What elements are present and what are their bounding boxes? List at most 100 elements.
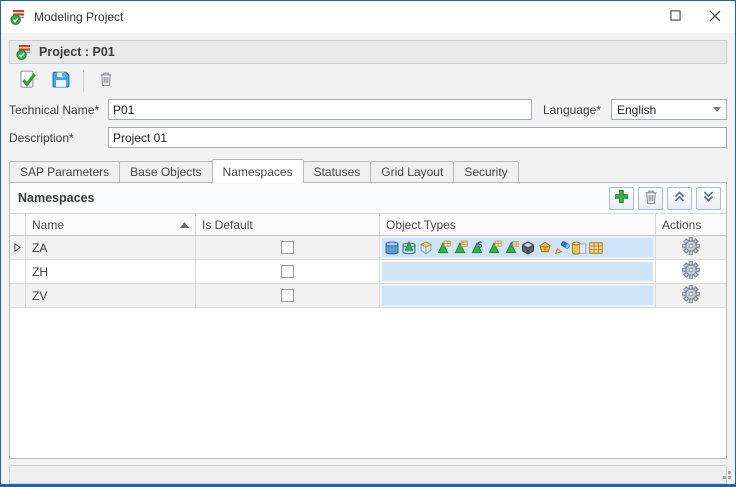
plus-icon <box>614 189 629 207</box>
is-default-cell <box>196 284 380 307</box>
row-actions-button[interactable] <box>682 261 700 282</box>
add-button[interactable] <box>609 187 634 210</box>
modeling-project-icon <box>10 9 26 25</box>
object-types-cell[interactable] <box>380 284 656 307</box>
gear-icon <box>682 285 700 306</box>
row-actions-button[interactable] <box>682 237 700 258</box>
column-label: Name <box>32 218 64 232</box>
close-button[interactable] <box>695 1 735 33</box>
row-selector-cell[interactable] <box>10 284 26 307</box>
table-row-zv[interactable]: ZV <box>10 284 726 308</box>
bottom-strip <box>9 465 727 484</box>
resize-grip[interactable] <box>719 467 732 483</box>
cylinder-sheet-icon <box>571 240 587 256</box>
namespace-name: ZA <box>32 241 47 255</box>
delete-button[interactable] <box>638 187 663 210</box>
trash-icon <box>98 71 114 90</box>
maximize-button[interactable] <box>655 1 695 33</box>
technical-name-label: Technical Name* <box>9 103 108 117</box>
expand-arrow-icon <box>14 241 21 255</box>
cube-yellow-icon <box>418 240 434 256</box>
table-empty-area <box>10 308 726 458</box>
tab-statuses[interactable]: Statuses <box>303 161 372 182</box>
tab-namespaces[interactable]: Namespaces <box>212 159 304 183</box>
row-selector-cell[interactable] <box>10 236 26 259</box>
title-bar: Modeling Project <box>1 1 735 33</box>
form-row-1: Technical Name* Language* English <box>9 99 727 120</box>
column-label: Actions <box>662 218 701 232</box>
save-icon <box>52 70 70 91</box>
toolbar-separator <box>83 70 84 92</box>
move-down-button[interactable] <box>696 187 721 210</box>
move-up-button[interactable] <box>667 187 692 210</box>
language-label: Language* <box>543 103 611 117</box>
maximize-icon <box>670 10 681 24</box>
column-header-actions[interactable]: Actions <box>656 214 726 235</box>
name-cell[interactable]: ZA <box>26 236 196 259</box>
name-cell[interactable]: ZV <box>26 284 196 307</box>
titlebar-buttons <box>655 1 735 33</box>
dialog-body: Project : P01 Technical Name* Language* … <box>1 33 735 484</box>
window-title: Modeling Project <box>34 10 123 24</box>
chevron-down-icon <box>713 107 721 112</box>
check-document-icon <box>18 70 37 92</box>
table-row-za[interactable]: ZA $ <box>10 236 726 260</box>
tree-grid-icon <box>435 240 451 256</box>
object-types-editor <box>382 262 653 281</box>
actions-cell <box>656 260 726 283</box>
is-default-cell <box>196 236 380 259</box>
namespaces-panel-header: Namespaces <box>10 183 726 214</box>
project-icon <box>16 44 32 60</box>
gear-icon <box>682 237 700 258</box>
save-button[interactable] <box>47 67 75 95</box>
sort-asc-icon <box>180 222 191 228</box>
close-icon <box>709 10 721 25</box>
grid-table-icon <box>588 240 604 256</box>
language-value: English <box>617 103 656 117</box>
tab-sap-parameters[interactable]: SAP Parameters <box>9 161 120 182</box>
row-selector-header <box>10 214 26 235</box>
column-header-is-default[interactable]: Is Default <box>196 214 380 235</box>
project-title: Project : P01 <box>39 45 115 59</box>
form-row-2: Description* <box>9 127 727 148</box>
toolbar <box>9 64 727 97</box>
description-input[interactable] <box>108 127 727 148</box>
row-selector-cell[interactable] <box>10 260 26 283</box>
gem-icon <box>537 240 553 256</box>
table-row-zh[interactable]: ZH <box>10 260 726 284</box>
language-select[interactable]: English <box>611 99 727 120</box>
description-label: Description* <box>9 131 108 145</box>
chevrons-down-icon <box>702 190 715 206</box>
column-header-object-types[interactable]: Object Types <box>380 214 656 235</box>
tab-base-objects[interactable]: Base Objects <box>119 161 212 182</box>
technical-name-input[interactable] <box>108 99 532 120</box>
trash-icon <box>643 189 659 208</box>
tab-grid-layout[interactable]: Grid Layout <box>370 161 454 182</box>
namespaces-panel: Namespaces Name Is Default Object Types Act… <box>9 182 727 459</box>
namespaces-panel-title: Namespaces <box>18 191 94 205</box>
object-types-cell[interactable]: $ <box>380 236 656 259</box>
actions-cell <box>656 284 726 307</box>
object-types-editor: $ <box>382 238 653 257</box>
object-types-cell[interactable] <box>380 260 656 283</box>
namespaces-table: Name Is Default Object Types Actions ZA $ ZHZ… <box>10 214 726 458</box>
modeling-project-window: Modeling Project Project : P01 Technical… <box>0 0 736 487</box>
is-default-cell <box>196 260 380 283</box>
is-default-checkbox[interactable] <box>281 241 294 254</box>
name-cell[interactable]: ZH <box>26 260 196 283</box>
cone-cylinder-icon <box>401 240 417 256</box>
validate-button[interactable] <box>13 67 41 95</box>
database-cylinder-icon <box>384 240 400 256</box>
tree-currency-icon: $ <box>469 240 485 256</box>
tab-security[interactable]: Security <box>453 161 518 182</box>
tree-note-icon <box>452 240 468 256</box>
column-label: Object Types <box>386 218 456 232</box>
project-header: Project : P01 <box>9 40 727 64</box>
delete-button[interactable] <box>92 67 120 95</box>
row-actions-button[interactable] <box>682 285 700 306</box>
is-default-checkbox[interactable] <box>281 265 294 278</box>
is-default-checkbox[interactable] <box>281 289 294 302</box>
column-label: Is Default <box>202 218 253 232</box>
column-header-name[interactable]: Name <box>26 214 196 235</box>
object-types-editor <box>382 286 653 305</box>
